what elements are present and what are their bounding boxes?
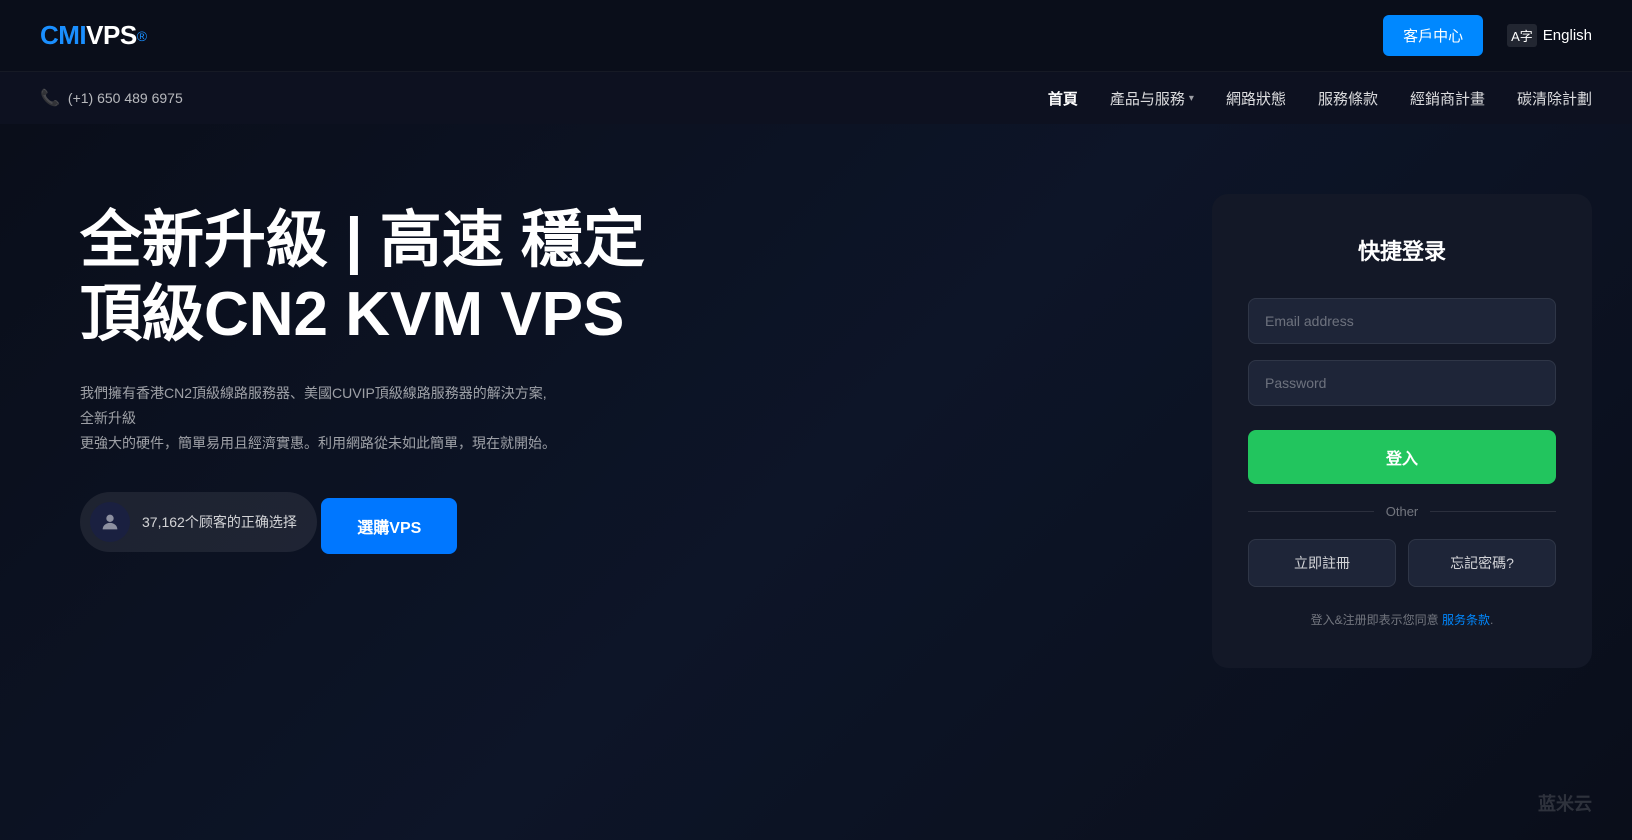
- logo-text: CMIVPS®: [40, 18, 147, 54]
- terms-link[interactable]: 服务条款: [1442, 613, 1490, 627]
- nav-link-terms[interactable]: 服務條款: [1318, 88, 1378, 109]
- chevron-down-icon: ▾: [1189, 93, 1194, 104]
- hero-section: 全新升級 | 高速 穩定 頂級CN2 KVM VPS 我們擁有香港CN2頂級線路…: [80, 184, 645, 592]
- customer-badge: 37,162个顾客的正确选择: [80, 492, 317, 552]
- hero-title-line2: 頂級CN2 KVM VPS: [80, 278, 645, 352]
- phone-info: 📞 (+1) 650 489 6975: [40, 88, 183, 108]
- nav-link-reseller[interactable]: 經銷商計畫: [1410, 88, 1485, 109]
- header-left: CMIVPS®: [40, 18, 147, 54]
- login-card: 快捷登录 登入 Other 立即註冊 忘記密碼? 登入&注册即表示您同意 服务条…: [1212, 194, 1592, 668]
- header-right: 客戶中心 A字 English: [1383, 15, 1592, 56]
- language-label: English: [1543, 27, 1592, 44]
- login-title: 快捷登录: [1248, 234, 1556, 266]
- register-button[interactable]: 立即註冊: [1248, 539, 1396, 587]
- language-switcher[interactable]: A字 English: [1507, 24, 1592, 47]
- terms-prefix: 登入&注册即表示您同意: [1311, 613, 1442, 627]
- email-group: [1248, 298, 1556, 344]
- divider-line-left: [1248, 511, 1374, 512]
- nav-link-carbon[interactable]: 碳清除計劃: [1517, 88, 1592, 109]
- watermark: 蓝米云: [1538, 790, 1592, 816]
- customer-avatar-icon: [90, 502, 130, 542]
- hero-title-line1: 全新升級 | 高速 穩定: [80, 204, 645, 278]
- navbar: 📞 (+1) 650 489 6975 首頁 產品与服務 ▾ 網路狀態 服務條款…: [0, 72, 1632, 124]
- terms-suffix: .: [1490, 613, 1493, 627]
- nav-link-products[interactable]: 產品与服務 ▾: [1110, 88, 1194, 109]
- forgot-password-button[interactable]: 忘記密碼?: [1408, 539, 1556, 587]
- hero-description: 我們擁有香港CN2頂級線路服務器、美國CUVIP頂級線路服務器的解決方案, 全新…: [80, 381, 560, 457]
- customer-count-text: 37,162个顾客的正确选择: [142, 512, 297, 532]
- nav-links: 首頁 產品与服務 ▾ 網路狀態 服務條款 經銷商計畫 碳清除計劃: [1048, 88, 1592, 109]
- action-buttons: 立即註冊 忘記密碼?: [1248, 539, 1556, 587]
- logo: CMIVPS®: [40, 18, 147, 54]
- email-input[interactable]: [1248, 298, 1556, 344]
- divider: Other: [1248, 504, 1556, 519]
- divider-label: Other: [1386, 504, 1419, 519]
- main-content: 全新升級 | 高速 穩定 頂級CN2 KVM VPS 我們擁有香港CN2頂級線路…: [0, 124, 1632, 840]
- language-icon: A字: [1507, 24, 1537, 47]
- login-button[interactable]: 登入: [1248, 430, 1556, 484]
- phone-number: (+1) 650 489 6975: [68, 90, 183, 106]
- password-group: [1248, 360, 1556, 406]
- client-center-button[interactable]: 客戶中心: [1383, 15, 1483, 56]
- header: CMIVPS® 客戶中心 A字 English: [0, 0, 1632, 72]
- hero-title: 全新升級 | 高速 穩定 頂級CN2 KVM VPS: [80, 204, 645, 353]
- cta-buy-vps-button[interactable]: 選購VPS: [321, 498, 457, 554]
- phone-icon: 📞: [40, 88, 60, 108]
- terms-text: 登入&注册即表示您同意 服务条款.: [1248, 611, 1556, 628]
- divider-line-right: [1430, 511, 1556, 512]
- nav-link-home[interactable]: 首頁: [1048, 88, 1078, 109]
- nav-link-network[interactable]: 網路狀態: [1226, 88, 1286, 109]
- password-input[interactable]: [1248, 360, 1556, 406]
